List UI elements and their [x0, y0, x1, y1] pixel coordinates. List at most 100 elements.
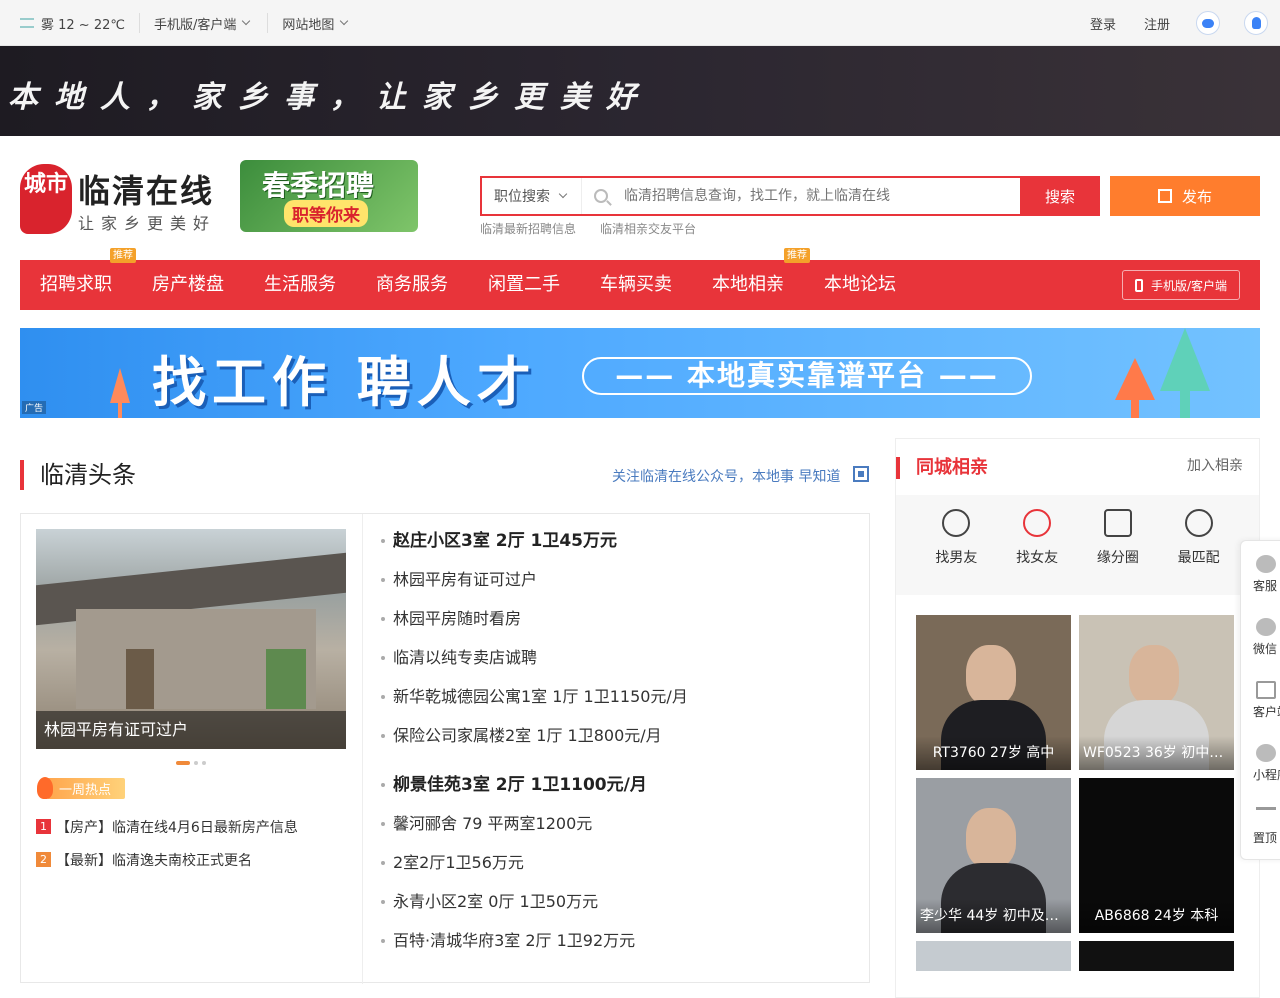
hot-list: 1 【房产】临清在线4月6日最新房产信息 2 【最新】临清逸夫南校正式更名 — [36, 810, 356, 876]
site-tagline: 让家乡更美好 — [78, 214, 217, 233]
news-list: 赵庄小区3室 2厅 1卫45万元 林园平房有证可过户 林园平房随时看房 临清以纯… — [381, 528, 861, 967]
week-hot-label: 一周热点 — [37, 777, 126, 799]
wechat-icon — [1256, 618, 1276, 636]
slogan-text: 本地人，家乡事，让家乡更美好 — [8, 80, 652, 115]
sidebar-client[interactable]: 客户端 — [1241, 667, 1280, 730]
search-icon — [594, 189, 608, 203]
news-item[interactable]: 永青小区2室 0厅 1卫50万元 — [381, 889, 861, 928]
news-lead[interactable]: 赵庄小区3室 2厅 1卫45万元 — [381, 528, 861, 567]
floating-sidebar: 客服 微信 客户端 小程序 置顶 — [1240, 540, 1280, 860]
male-user-icon — [942, 509, 971, 537]
hot-list-item[interactable]: 2 【最新】临清逸夫南校正式更名 — [36, 843, 356, 876]
profile-card[interactable]: RT3760 27岁 高中 — [916, 615, 1071, 770]
nav-jobs[interactable]: 招聘求职 — [40, 260, 112, 310]
weather: 雾 12 ~ 22℃ — [20, 13, 139, 33]
carousel-dots[interactable] — [176, 761, 206, 765]
profile-card[interactable]: 李少华 44岁 初中及以下 — [916, 778, 1071, 933]
find-girlfriend-button[interactable]: 找女友 — [1002, 495, 1072, 595]
join-dating-link[interactable]: 加入相亲 — [1187, 455, 1243, 475]
nav-life-services[interactable]: 生活服务 — [264, 260, 336, 310]
chevron-down-icon — [340, 16, 349, 26]
news-item[interactable]: 新华乾城德园公寓1室 1厅 1卫1150元/月 — [381, 684, 861, 723]
best-match-button[interactable]: 最匹配 — [1164, 495, 1234, 595]
search-type-select[interactable]: 职位搜索 — [482, 178, 582, 214]
hot-list-item[interactable]: 1 【房产】临清在线4月6日最新房产信息 — [36, 810, 356, 843]
fog-icon — [20, 18, 34, 28]
news-item[interactable]: 馨河郦舍 79 平两室1200元 — [381, 811, 861, 850]
register-link[interactable]: 注册 — [1130, 14, 1184, 33]
female-user-icon — [1023, 509, 1052, 537]
hot-link-jobs[interactable]: 临清最新招聘信息 — [480, 220, 576, 237]
search-input[interactable] — [622, 187, 1002, 205]
tree-decoration — [1160, 328, 1210, 418]
tree-decoration — [110, 368, 130, 418]
job-ad-banner[interactable]: 找工作 聘人才 —— 本地真实靠谱平台 —— 广告 — [20, 328, 1260, 418]
find-boyfriend-button[interactable]: 找男友 — [921, 495, 991, 595]
main-nav: 招聘求职 推荐 房产楼盘 生活服务 商务服务 闲置二手 车辆买卖 本地相亲 推荐… — [20, 248, 1260, 310]
rank-badge: 2 — [36, 852, 51, 867]
fate-circle-button[interactable]: 缘分圈 — [1083, 495, 1153, 595]
arrow-up-icon — [1256, 807, 1276, 825]
profile-card[interactable]: WF0523 36岁 初中及以下 — [1079, 615, 1234, 770]
wechat-login-icon[interactable] — [1196, 11, 1220, 35]
news-item[interactable]: 保险公司家属楼2室 1厅 1卫800元/月 — [381, 723, 861, 762]
headline-photo[interactable]: 林园平房有证可过户 — [36, 529, 346, 749]
nav-local-dating[interactable]: 本地相亲 — [712, 260, 784, 310]
profile-card[interactable] — [916, 941, 1071, 971]
flame-icon — [37, 777, 53, 799]
news-lead[interactable]: 柳景佳苑3室 2厅 1卫1100元/月 — [381, 772, 861, 811]
ad-headline: 找工作 聘人才 — [152, 351, 537, 414]
logo-badge: 城市 — [20, 164, 72, 234]
qr-code-icon — [1256, 681, 1276, 699]
mobile-client-dropdown[interactable]: 手机版/客户端 — [140, 13, 267, 33]
search-hot-links: 临清最新招聘信息 临清相亲交友平台 — [480, 220, 696, 237]
headlines-box: 林园平房有证可过户 一周热点 1 【房产】临清在线4月6日最新房产信息 2 【最… — [20, 513, 870, 984]
chevron-down-icon — [558, 189, 568, 199]
chevron-down-icon — [242, 16, 251, 26]
nav-vehicles[interactable]: 车辆买卖 — [600, 260, 672, 310]
profile-card[interactable]: AB6868 24岁 本科 — [1079, 778, 1234, 933]
dating-actions: 找男友 找女友 缘分圈 最匹配 — [896, 495, 1259, 595]
ad-tag: 广告 — [22, 401, 47, 414]
follow-wechat-link[interactable]: 关注临清在线公众号，本地事 早知道 — [612, 466, 840, 486]
sidebar-mini-program[interactable]: 小程序 — [1241, 730, 1280, 793]
sidebar-customer-service[interactable]: 客服 — [1241, 541, 1280, 604]
headset-icon — [1256, 555, 1276, 573]
nav-real-estate[interactable]: 房产楼盘 — [152, 260, 224, 310]
ad-pill: —— 本地真实靠谱平台 —— — [582, 357, 1032, 395]
dating-panel: 同城相亲 加入相亲 找男友 找女友 缘分圈 最匹配 RT3760 27岁 高中 … — [895, 438, 1260, 998]
qr-code-icon[interactable] — [853, 466, 869, 482]
hot-link-dating[interactable]: 临清相亲交友平台 — [600, 220, 696, 237]
news-item[interactable]: 百特·清城华府3室 2厅 1卫92万元 — [381, 928, 861, 967]
nav-second-hand[interactable]: 闲置二手 — [488, 260, 560, 310]
phone-icon — [1134, 278, 1143, 292]
target-icon — [1184, 509, 1213, 537]
recommend-badge: 推荐 — [110, 248, 136, 263]
recommend-badge: 推荐 — [784, 248, 810, 263]
news-item[interactable]: 2室2厅1卫56万元 — [381, 850, 861, 889]
tree-decoration — [1115, 358, 1155, 418]
login-link[interactable]: 登录 — [1076, 14, 1130, 33]
slogan-banner: 本地人，家乡事，让家乡更美好 — [0, 46, 1280, 136]
profile-card[interactable] — [1079, 941, 1234, 971]
nav-mobile-client[interactable]: 手机版/客户端 — [1121, 270, 1240, 300]
nav-business-services[interactable]: 商务服务 — [376, 260, 448, 310]
search-box: 职位搜索 — [480, 176, 1020, 216]
news-item[interactable]: 林园平房有证可过户 — [381, 567, 861, 606]
spring-recruit-promo[interactable]: 春季招聘 职等你来 — [240, 160, 418, 232]
headlines-title: 临清头条 — [20, 460, 136, 490]
search-button[interactable]: 搜索 — [1020, 176, 1100, 216]
publish-button[interactable]: 发布 — [1110, 176, 1260, 216]
exchange-icon — [1103, 509, 1132, 537]
sitemap-dropdown[interactable]: 网站地图 — [268, 13, 365, 33]
site-name: 临清在线 — [78, 172, 215, 210]
site-logo[interactable]: 城市 临清在线 让家乡更美好 — [20, 160, 220, 240]
news-item[interactable]: 临清以纯专卖店诚聘 — [381, 645, 861, 684]
news-item[interactable]: 林园平房随时看房 — [381, 606, 861, 645]
dating-title: 同城相亲 — [896, 457, 988, 479]
nav-local-forum[interactable]: 本地论坛 — [824, 260, 896, 310]
rank-badge: 1 — [36, 819, 51, 834]
sidebar-wechat[interactable]: 微信 — [1241, 604, 1280, 667]
qq-login-icon[interactable] — [1244, 11, 1268, 35]
sidebar-back-to-top[interactable]: 置顶 — [1241, 793, 1280, 856]
